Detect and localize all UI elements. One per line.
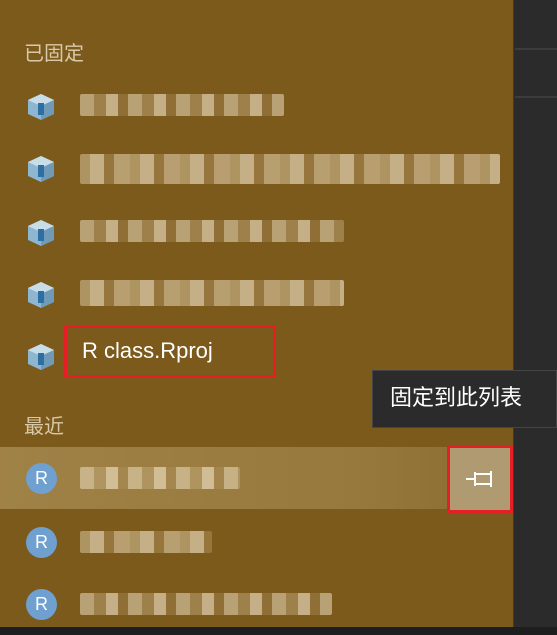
taskbar-edge <box>513 0 557 627</box>
blurred-label <box>80 280 344 306</box>
rproject-icon <box>28 282 54 308</box>
recent-item[interactable]: R <box>0 573 513 635</box>
pin-button[interactable] <box>447 445 513 513</box>
divider <box>513 0 514 627</box>
divider <box>515 48 557 50</box>
pinned-header: 已固定 <box>24 41 84 65</box>
recent-item[interactable]: R <box>0 447 513 509</box>
pinned-item[interactable] <box>0 262 513 324</box>
blurred-label <box>80 467 240 489</box>
divider <box>515 96 557 98</box>
pinned-item[interactable] <box>0 74 513 136</box>
r-file-icon: R <box>26 463 57 494</box>
blurred-label <box>80 94 284 116</box>
r-file-icon: R <box>26 527 57 558</box>
highlight-box <box>64 325 276 378</box>
blurred-label <box>80 220 344 242</box>
rproject-icon <box>28 156 54 182</box>
pinned-item[interactable] <box>0 136 513 198</box>
blurred-label <box>80 154 500 184</box>
rproject-icon <box>28 220 54 246</box>
pin-icon <box>466 471 492 487</box>
recent-item[interactable]: R <box>0 511 513 573</box>
tooltip: 固定到此列表 <box>372 370 557 428</box>
rproject-icon <box>28 344 54 370</box>
rproject-icon <box>28 94 54 120</box>
blurred-label <box>80 593 332 615</box>
blurred-label <box>80 531 212 553</box>
pinned-item[interactable] <box>0 200 513 262</box>
recent-header: 最近 <box>24 414 64 438</box>
r-file-icon: R <box>26 589 57 620</box>
